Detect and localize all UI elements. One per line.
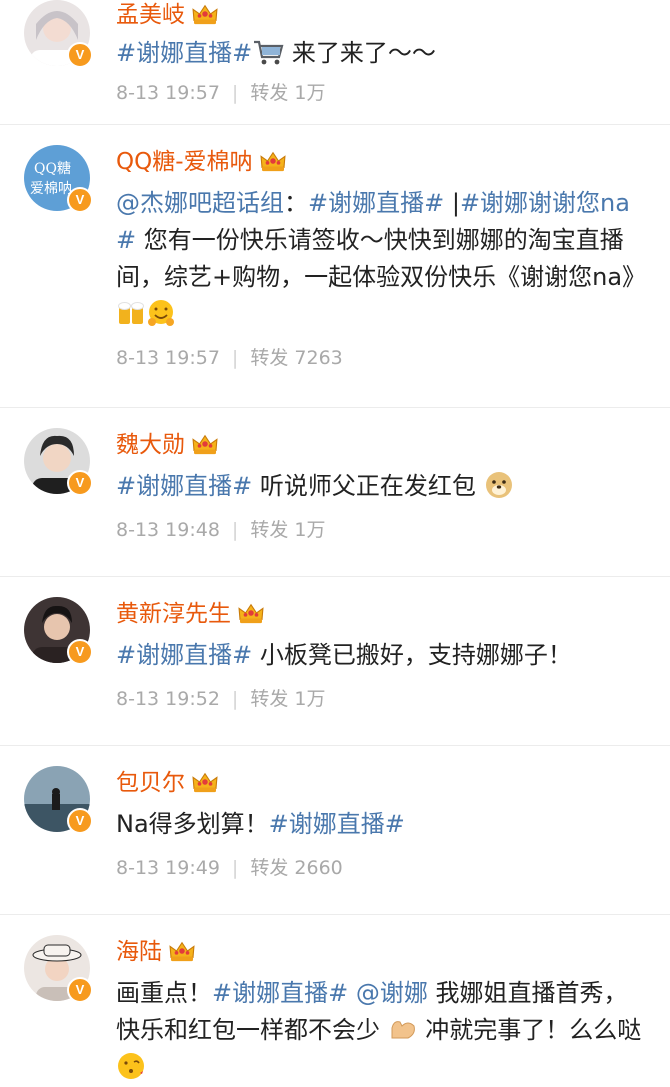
- topic-link[interactable]: #谢娜直播#: [212, 979, 348, 1007]
- topic-link[interactable]: #谢娜直播#: [116, 641, 252, 669]
- post-content: #谢娜直播# 来了来了～～: [116, 35, 648, 72]
- post-item[interactable]: QQ糖 爱棉呐 V QQ糖-爱棉呐 @杰娜吧超话组：#谢娜直播# |#谢娜谢谢您…: [0, 125, 670, 408]
- topic-link[interactable]: #谢娜直播#: [116, 39, 252, 67]
- hug-emoji-icon: [148, 300, 174, 326]
- repost-label[interactable]: 转发: [250, 857, 288, 879]
- kiss-emoji-icon: [118, 1053, 144, 1079]
- crown-icon: [168, 940, 196, 962]
- post-text: 听说师父正在发红包: [252, 472, 476, 500]
- user-name[interactable]: 海陆: [116, 939, 162, 965]
- timestamp: 8-13 19:57: [116, 347, 220, 369]
- doge-emoji-icon: [485, 472, 512, 498]
- repost-count: 1万: [294, 688, 326, 710]
- timestamp: 8-13 19:49: [116, 857, 220, 879]
- repost-count: 7263: [294, 347, 343, 369]
- repost-label[interactable]: 转发: [250, 519, 288, 541]
- post-content: 画重点！#谢娜直播# @谢娜 我娜姐直播首秀，快乐和红包一样都不会少 冲就完事了…: [116, 975, 648, 1086]
- post-item[interactable]: V 黄新淳先生 #谢娜直播# 小板凳已搬好，支持娜娜子！ 8-13 19:52 |…: [0, 577, 670, 746]
- post-text: |: [444, 189, 460, 217]
- beer-cheers-icon: [118, 302, 144, 324]
- post-meta: 8-13 19:52 | 转发 1万: [116, 684, 648, 714]
- mention-link[interactable]: @谢娜: [356, 979, 428, 1007]
- post-text: 小板凳已搬好，支持娜娜子！: [252, 641, 572, 669]
- user-name[interactable]: 魏大勋: [116, 432, 185, 458]
- avatar-text: 爱棉呐: [30, 180, 72, 197]
- divider: |: [231, 857, 239, 879]
- topic-link[interactable]: #谢娜直播#: [116, 472, 252, 500]
- user-name[interactable]: 黄新淳先生: [116, 601, 231, 627]
- post-content: #谢娜直播# 小板凳已搬好，支持娜娜子！: [116, 637, 648, 674]
- shopping-cart-icon: [254, 40, 284, 65]
- repost-label[interactable]: 转发: [250, 82, 288, 104]
- post-item[interactable]: V 海陆 画重点！#谢娜直播# @谢娜 我娜姐直播首秀，快乐和红包一样都不会少 …: [0, 915, 670, 1087]
- post-text: 来了来了～～: [284, 39, 436, 67]
- divider: |: [231, 519, 239, 541]
- verified-badge-icon: V: [67, 639, 93, 665]
- post-text: [348, 979, 356, 1007]
- divider: |: [231, 347, 239, 369]
- crown-icon: [191, 771, 219, 793]
- topic-link[interactable]: #谢娜直播#: [269, 810, 405, 838]
- post-text: 冲就完事了！么么哒: [417, 1016, 642, 1044]
- mention-link[interactable]: @杰娜吧超话组: [116, 189, 284, 217]
- user-name[interactable]: 包贝尔: [116, 770, 185, 796]
- post-meta: 8-13 19:57 | 转发 7263: [116, 343, 648, 373]
- post-meta: 8-13 19:49 | 转发 2660: [116, 853, 648, 883]
- post-text: ：: [284, 189, 308, 217]
- verified-badge-icon: V: [67, 808, 93, 834]
- topic-link[interactable]: #谢娜直播#: [308, 189, 444, 217]
- user-name[interactable]: 孟美岐: [116, 2, 185, 28]
- timestamp: 8-13 19:52: [116, 688, 220, 710]
- post-item[interactable]: V 魏大勋 #谢娜直播# 听说师父正在发红包 8-13 19:48 | 转发 1万: [0, 408, 670, 577]
- verified-badge-icon: V: [67, 977, 93, 1003]
- divider: |: [231, 688, 239, 710]
- post-content: Na得多划算！#谢娜直播#: [116, 806, 648, 843]
- repost-count: 1万: [294, 82, 326, 104]
- post-text: 画重点！: [116, 979, 212, 1007]
- weibo-comment-feed: V 孟美岐 #谢娜直播# 来了来了～～ 8-13 19:57 | 转发 1万 QQ糖…: [0, 0, 670, 1087]
- divider: |: [231, 82, 239, 104]
- verified-badge-icon: V: [67, 470, 93, 496]
- timestamp: 8-13 19:57: [116, 82, 220, 104]
- post-text: 您有一份快乐请签收～快快到娜娜的淘宝直播间，综艺+购物，一起体验双份快乐《谢谢您…: [116, 226, 647, 291]
- timestamp: 8-13 19:48: [116, 519, 220, 541]
- post-meta: 8-13 19:57 | 转发 1万: [116, 78, 648, 108]
- repost-count: 1万: [294, 519, 326, 541]
- repost-label[interactable]: 转发: [250, 688, 288, 710]
- post-item[interactable]: V 包贝尔 Na得多划算！#谢娜直播# 8-13 19:49 | 转发 2660: [0, 746, 670, 915]
- post-content: #谢娜直播# 听说师父正在发红包: [116, 468, 648, 505]
- repost-label[interactable]: 转发: [250, 347, 288, 369]
- user-name[interactable]: QQ糖-爱棉呐: [116, 149, 253, 175]
- crown-icon: [237, 602, 265, 624]
- crown-icon: [259, 150, 287, 172]
- flexed-bicep-icon: [391, 1021, 415, 1039]
- post-content: @杰娜吧超话组：#谢娜直播# |#谢娜谢谢您na# 您有一份快乐请签收～快快到娜…: [116, 185, 648, 333]
- crown-icon: [191, 433, 219, 455]
- crown-icon: [191, 3, 219, 25]
- verified-badge-icon: V: [67, 42, 93, 68]
- post-text: Na得多划算！: [116, 810, 269, 838]
- repost-count: 2660: [294, 857, 343, 879]
- post-meta: 8-13 19:48 | 转发 1万: [116, 515, 648, 545]
- verified-badge-icon: V: [67, 187, 93, 213]
- avatar-text: QQ糖: [34, 161, 71, 177]
- post-item[interactable]: V 孟美岐 #谢娜直播# 来了来了～～ 8-13 19:57 | 转发 1万: [0, 0, 670, 125]
